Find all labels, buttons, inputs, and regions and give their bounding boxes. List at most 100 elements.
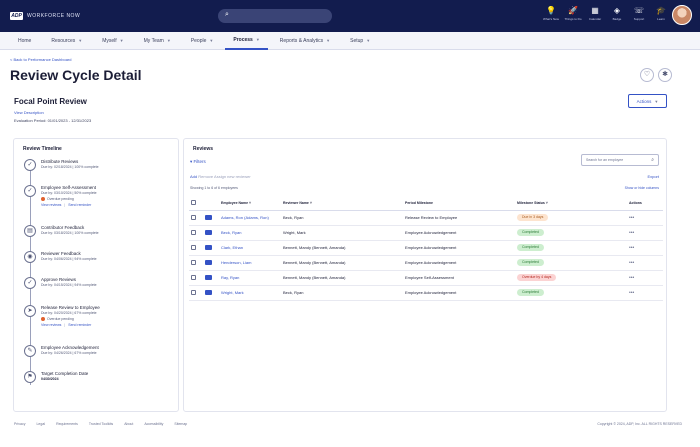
learn-button[interactable]: 🎓 Learn — [654, 5, 668, 22]
send-reminder-link[interactable]: Send reminder — [68, 203, 91, 207]
lightbulb-button[interactable]: 💡 What's New — [543, 5, 559, 22]
row-checkbox[interactable] — [191, 259, 196, 265]
nav-item-process[interactable]: Process ▼ — [225, 32, 268, 50]
more-options-icon[interactable]: ••• — [629, 230, 634, 236]
row-checkbox[interactable] — [191, 289, 196, 295]
filters-label: Filters — [193, 159, 206, 164]
employee-name-header[interactable]: Employee Name ˅ — [219, 196, 281, 211]
share-icon: ✱ — [662, 71, 668, 78]
employee-card-icon[interactable] — [205, 275, 212, 281]
nav-item-my-team[interactable]: My Team ▼ — [136, 32, 179, 50]
employee-name-link[interactable]: Adams, Ron (Adams, Ron) — [219, 210, 281, 226]
view-reviews-link[interactable]: View reviews — [41, 203, 61, 207]
nav-item-reports-analytics[interactable]: Reports & Analytics ▼ — [272, 32, 338, 50]
employee-name-link[interactable]: Beck, Ryan — [219, 225, 281, 241]
view-reviews-link[interactable]: View reviews — [41, 323, 61, 327]
row-checkbox[interactable] — [191, 274, 196, 280]
overdue-flag-text: Overdue pending — [47, 197, 74, 201]
nav-item-home[interactable]: Home — [10, 32, 39, 50]
footer-link-requirements[interactable]: Requirements — [56, 422, 78, 426]
employee-name-link[interactable]: Wright, Mark — [219, 285, 281, 301]
rocket-button[interactable]: 🚀 Things to Do — [565, 5, 582, 22]
table-row[interactable]: Beck, Ryan Wright, Mark Employee Acknowled… — [189, 225, 663, 241]
top-bar: ADP WORKFORCE NOW ⌕ 💡 What's New 🚀 Things t… — [0, 0, 700, 32]
warning-dot-icon — [41, 197, 45, 201]
back-to-dashboard-link[interactable]: < Back to Performance Dashboard — [10, 57, 71, 62]
row-checkbox[interactable] — [191, 214, 196, 220]
actions-button[interactable]: Actions ▼ — [628, 94, 667, 108]
period-milestone: Release Review to Employee — [403, 210, 515, 226]
nav-item-people[interactable]: People ▼ — [183, 32, 222, 50]
remove-action[interactable]: Remove — [198, 174, 213, 179]
employee-card-icon[interactable] — [205, 260, 212, 266]
timeline-step-due: Due by: 04/20/2024 | 67% complete — [41, 311, 97, 315]
share-button[interactable]: ✱ — [658, 68, 672, 82]
footer-link-sitemap[interactable]: Sitemap — [174, 422, 187, 426]
filters-button[interactable]: ▾ Filters — [190, 159, 206, 165]
timeline-step-name: Employee Acknowledgement — [41, 345, 99, 350]
milestone-status-header[interactable]: Milestone Status ˅ — [515, 196, 627, 211]
footer-link-about[interactable]: About — [124, 422, 133, 426]
show-hide-columns-link[interactable]: Show or hide columns — [625, 186, 659, 190]
reviewer-name-header[interactable]: Reviewer Name ˅ — [281, 196, 403, 211]
nav-item-label: Setup — [350, 37, 364, 44]
add-action[interactable]: Add — [190, 174, 197, 179]
table-row[interactable]: Clark, Ethan Bennett, Mandy (Bennett, Ama… — [189, 240, 663, 256]
adp-logo[interactable]: ADP WORKFORCE NOW — [10, 11, 80, 21]
calendar-button[interactable]: ▦ Calendar — [588, 5, 602, 22]
approve-icon: ✓ — [24, 277, 36, 289]
footer-link-legal[interactable]: Legal — [36, 422, 45, 426]
global-search-input[interactable]: ⌕ — [218, 9, 332, 23]
nav-item-label: My Team — [143, 37, 164, 44]
view-description-link[interactable]: View Description — [14, 110, 44, 115]
lightbulb-icon: 💡 — [546, 6, 556, 15]
rocket-icon: 🚀 — [568, 6, 578, 15]
badge-button[interactable]: ◈ Badge — [610, 5, 624, 22]
nav-item-setup[interactable]: Setup ▼ — [342, 32, 378, 50]
milestone-status-header-label: Milestone Status — [517, 200, 545, 205]
timeline-step-name: Contributor Feedback — [41, 225, 85, 230]
row-select-cell — [189, 285, 203, 301]
period-milestone: Employee Acknowledgement — [403, 255, 515, 271]
calendar-icon: ▦ — [591, 6, 599, 15]
table-row[interactable]: Wright, Mark Beck, Ryan Employee Acknowled… — [189, 285, 663, 301]
footer-link-trusted-toolkits[interactable]: Trusted Toolkits — [89, 422, 113, 426]
timeline-step-due: Due by: 04/15/2024 | 94% complete — [41, 283, 97, 287]
employee-name-link[interactable]: Clark, Ethan — [219, 240, 281, 256]
topbar-icon-label: Calendar — [588, 17, 602, 21]
footer-link-privacy[interactable]: Privacy — [14, 422, 25, 426]
user-avatar[interactable] — [672, 5, 692, 25]
support-button[interactable]: ☏ Support — [632, 5, 646, 22]
employee-card-icon[interactable] — [205, 230, 212, 236]
logo-text: WORKFORCE NOW — [27, 13, 81, 19]
nav-item-myself[interactable]: Myself ▼ — [94, 32, 131, 50]
employee-card-icon[interactable] — [205, 215, 212, 221]
employee-name-link[interactable]: Henderson, Liam — [219, 255, 281, 271]
employee-card-icon[interactable] — [205, 245, 212, 251]
more-options-icon[interactable]: ••• — [629, 260, 634, 266]
employee-name-link[interactable]: Ray, Ryan — [219, 270, 281, 286]
nav-item-resources[interactable]: Resources ▼ — [43, 32, 90, 50]
row-icon-cell — [203, 270, 219, 286]
employee-search-input[interactable]: Search for an employee ⌕ — [581, 154, 659, 166]
footer-link-accessibility[interactable]: Accessibility — [144, 422, 163, 426]
more-options-icon[interactable]: ••• — [629, 215, 634, 221]
table-row[interactable]: Henderson, Liam Bennett, Mandy (Bennett, … — [189, 255, 663, 271]
row-actions-cell: ••• — [627, 210, 663, 226]
nav-item-label: Myself — [102, 37, 117, 44]
select-all-checkbox[interactable] — [191, 199, 196, 205]
table-row[interactable]: Adams, Ron (Adams, Ron) Beck, Ryan Release… — [189, 210, 663, 226]
assign-reviewer-action[interactable]: Assign new reviewer — [214, 174, 251, 179]
more-options-icon[interactable]: ••• — [629, 275, 634, 281]
row-checkbox[interactable] — [191, 244, 196, 250]
send-reminder-link[interactable]: Send reminder — [68, 323, 91, 327]
more-options-icon[interactable]: ••• — [629, 290, 634, 296]
reviews-panel: Reviews ▾ Filters Search for an employee… — [183, 138, 667, 412]
export-link[interactable]: Export — [647, 174, 659, 179]
row-actions-cell: ••• — [627, 255, 663, 271]
favorite-heart-button[interactable]: ♡ — [640, 68, 654, 82]
row-checkbox[interactable] — [191, 229, 196, 235]
employee-card-icon[interactable] — [205, 290, 212, 296]
more-options-icon[interactable]: ••• — [629, 245, 634, 251]
table-row[interactable]: Ray, Ryan Bennett, Mandy (Bennett, Amanda… — [189, 270, 663, 286]
